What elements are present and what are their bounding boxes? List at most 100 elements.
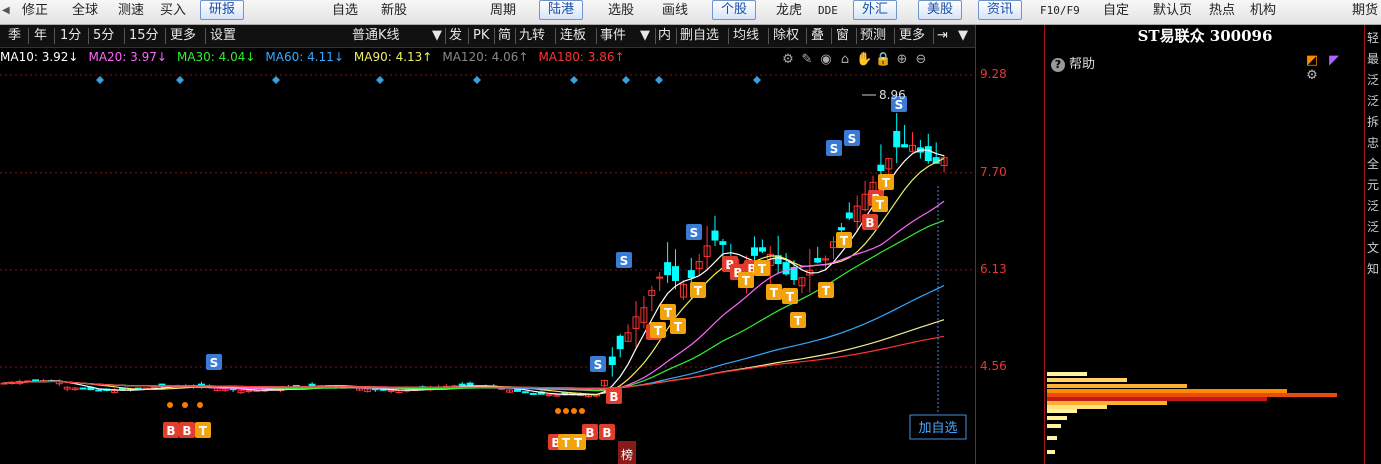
toolbar-item-8[interactable]: ▼ (432, 27, 442, 45)
high-price-label: 8.96 (879, 88, 906, 102)
menu-item-19[interactable]: 默认页 (1153, 2, 1192, 20)
toolbar-separator (515, 28, 516, 44)
chart-tool-icon-3[interactable]: ⌂ (837, 52, 853, 67)
menu-scroll-arrow[interactable]: ◀ (2, 2, 10, 20)
menu-item-21[interactable]: 机构 (1250, 2, 1276, 20)
menu-item-0[interactable]: 修正 (22, 2, 48, 20)
toolbar-item-25[interactable]: ▼ (958, 27, 968, 45)
ma-line-60 (3, 284, 945, 390)
menu-item-2[interactable]: 测速 (118, 2, 144, 20)
signal-badge-letter: T (876, 198, 885, 212)
kline-chart[interactable]: SSSSSSSBBBBBBBBBBBBTTTTTTTTTTTTTTTT8.96加… (0, 68, 975, 464)
toolbar-separator (728, 28, 729, 44)
menu-item-7[interactable]: 周期 (490, 2, 516, 20)
toolbar-item-0[interactable]: 季 (8, 27, 21, 45)
toolbar-item-17[interactable]: 删自选 (680, 27, 719, 45)
event-diamond-marker (473, 76, 481, 84)
toolbar-item-2[interactable]: 1分 (60, 27, 81, 45)
menu-item-8[interactable]: 陆港 (539, 0, 584, 20)
chip-distribution (1047, 372, 1337, 454)
candle-body (245, 389, 253, 392)
menu-item-4[interactable]: 研报 (200, 0, 245, 20)
chart-tool-icon-1[interactable]: ✎ (799, 52, 815, 67)
chip-band (1047, 436, 1057, 440)
color-flag-icon[interactable]: ◩ (1303, 53, 1321, 68)
menu-item-17[interactable]: F10/F9 (1040, 2, 1080, 20)
menu-item-1[interactable]: 全球 (72, 2, 98, 20)
ma-indicator-3: MA60: 4.11↓ (265, 50, 344, 64)
menu-item-3[interactable]: 买入 (160, 2, 186, 20)
toolbar-item-9[interactable]: 发 (449, 27, 462, 45)
signal-badge-letter: T (664, 306, 673, 320)
chart-tool-icon-5[interactable]: 🔒 (875, 52, 891, 67)
menu-item-13[interactable]: DDE (818, 2, 838, 20)
chart-tool-icon-4[interactable]: ✋ (856, 52, 872, 67)
toolbar-separator (806, 28, 807, 44)
candle-body (616, 335, 624, 350)
toolbar-item-20[interactable]: 叠 (811, 27, 824, 45)
toolbar-item-21[interactable]: 窗 (836, 27, 849, 45)
toolbar-item-14[interactable]: 事件 (600, 27, 626, 45)
menu-item-6[interactable]: 新股 (381, 2, 407, 20)
menu-item-9[interactable]: 选股 (608, 2, 634, 20)
chip-band (1047, 424, 1061, 428)
chip-band (1047, 405, 1107, 409)
toolbar-item-10[interactable]: PK (473, 27, 489, 45)
toolbar-item-19[interactable]: 除权 (773, 27, 799, 45)
chart-tool-icon-2[interactable]: ◉ (818, 52, 834, 67)
menu-item-16[interactable]: 资讯 (978, 0, 1023, 20)
candle-body (814, 258, 822, 263)
toolbar-separator (165, 28, 166, 44)
toolbar-separator (555, 28, 556, 44)
menu-item-18[interactable]: 自定 (1103, 2, 1129, 20)
toolbar-item-15[interactable]: ▼ (640, 27, 650, 45)
help-button[interactable]: ? 帮助 (1051, 53, 1095, 72)
toolbar-item-1[interactable]: 年 (34, 27, 47, 45)
menu-item-14[interactable]: 外汇 (853, 0, 898, 20)
signal-badge-letter: B (602, 426, 611, 440)
candle-body (924, 146, 932, 162)
ma-indicator-6: MA180: 3.86↑ (538, 50, 625, 64)
add-watchlist-button[interactable]: 加自选 (918, 421, 957, 436)
menu-item-22[interactable]: 期货 (1352, 2, 1378, 20)
signal-badge-letter: T (882, 176, 891, 190)
toolbar-item-13[interactable]: 连板 (560, 27, 586, 45)
menu-item-10[interactable]: 画线 (662, 2, 688, 20)
toolbar-item-18[interactable]: 均线 (733, 27, 759, 45)
toolbar-separator (894, 28, 895, 44)
ma-line-90 (3, 319, 945, 389)
toolbar-separator (676, 28, 677, 44)
menu-item-11[interactable]: 个股 (712, 0, 757, 20)
purple-flag-icon[interactable]: ◤ (1325, 53, 1343, 68)
edge-char-9: 泛 (1367, 220, 1380, 234)
menu-item-5[interactable]: 自选 (332, 2, 358, 20)
toolbar-item-3[interactable]: 5分 (93, 27, 114, 45)
toolbar-item-23[interactable]: 更多 (899, 27, 925, 45)
signal-badge-letter: T (794, 314, 803, 328)
toolbar-item-6[interactable]: 设置 (210, 27, 236, 45)
toolbar-item-7[interactable]: 普通K线 (352, 27, 400, 45)
chart-tool-icon-6[interactable]: ⊕ (894, 52, 910, 67)
toolbar-item-4[interactable]: 15分 (129, 27, 159, 45)
chart-tool-icon-7[interactable]: ⊖ (913, 52, 929, 67)
toolbar-item-11[interactable]: 简 (498, 27, 511, 45)
toolbar-item-16[interactable]: 内 (658, 27, 671, 45)
toolbar-separator (655, 28, 656, 44)
menu-item-20[interactable]: 热点 (1209, 2, 1235, 20)
toolbar-item-24[interactable]: ⇥ (937, 27, 948, 45)
toolbar-separator (54, 28, 55, 44)
signal-badge-letter: S (210, 356, 219, 370)
menu-item-12[interactable]: 龙虎 (776, 2, 802, 20)
ma-indicator-1: MA20: 3.97↓ (88, 50, 167, 64)
chart-tool-icon-0[interactable]: ⚙ (780, 52, 796, 67)
toolbar-item-5[interactable]: 更多 (170, 27, 196, 45)
chart-tool-icons: ⚙ ✎ ◉ ⌂ ✋ 🔒 ⊕ ⊖ (780, 52, 932, 68)
candle-body (711, 230, 719, 241)
toolbar-separator (768, 28, 769, 44)
signal-badge-letter: T (758, 262, 767, 276)
toolbar-separator (468, 28, 469, 44)
gear-icon[interactable]: ⚙ (1303, 68, 1321, 83)
toolbar-item-12[interactable]: 九转 (519, 27, 545, 45)
toolbar-item-22[interactable]: 预测 (860, 27, 886, 45)
menu-item-15[interactable]: 美股 (918, 0, 963, 20)
